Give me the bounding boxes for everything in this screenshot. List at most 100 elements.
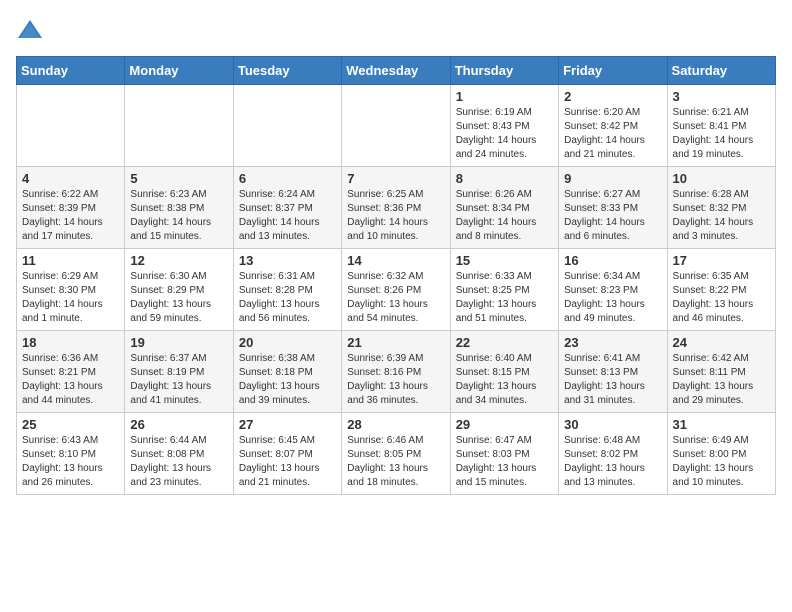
day-number: 1: [456, 89, 553, 104]
day-cell: 18 Sunrise: 6:36 AM Sunset: 8:21 PM Dayli…: [17, 331, 125, 413]
day-cell: 9 Sunrise: 6:27 AM Sunset: 8:33 PM Daylig…: [559, 167, 667, 249]
day-info: Sunrise: 6:39 AM Sunset: 8:16 PM Dayligh…: [347, 352, 444, 408]
day-cell: 28 Sunrise: 6:46 AM Sunset: 8:05 PM Dayli…: [342, 413, 450, 495]
day-info: Sunrise: 6:47 AM Sunset: 8:03 PM Dayligh…: [456, 434, 553, 490]
week-row-4: 18 Sunrise: 6:36 AM Sunset: 8:21 PM Dayli…: [17, 331, 776, 413]
day-info: Sunrise: 6:31 AM Sunset: 8:28 PM Dayligh…: [239, 270, 336, 326]
day-number: 25: [22, 417, 119, 432]
day-cell: 11 Sunrise: 6:29 AM Sunset: 8:30 PM Dayli…: [17, 249, 125, 331]
day-info: Sunrise: 6:29 AM Sunset: 8:30 PM Dayligh…: [22, 270, 119, 326]
day-info: Sunrise: 6:21 AM Sunset: 8:41 PM Dayligh…: [673, 106, 770, 162]
header-cell-monday: Monday: [125, 57, 233, 85]
header-cell-thursday: Thursday: [450, 57, 558, 85]
day-cell: 13 Sunrise: 6:31 AM Sunset: 8:28 PM Dayli…: [233, 249, 341, 331]
day-cell: [342, 85, 450, 167]
day-number: 28: [347, 417, 444, 432]
day-cell: 17 Sunrise: 6:35 AM Sunset: 8:22 PM Dayli…: [667, 249, 775, 331]
day-number: 13: [239, 253, 336, 268]
day-info: Sunrise: 6:40 AM Sunset: 8:15 PM Dayligh…: [456, 352, 553, 408]
day-cell: 22 Sunrise: 6:40 AM Sunset: 8:15 PM Dayli…: [450, 331, 558, 413]
day-info: Sunrise: 6:32 AM Sunset: 8:26 PM Dayligh…: [347, 270, 444, 326]
day-cell: 2 Sunrise: 6:20 AM Sunset: 8:42 PM Daylig…: [559, 85, 667, 167]
day-info: Sunrise: 6:49 AM Sunset: 8:00 PM Dayligh…: [673, 434, 770, 490]
day-number: 21: [347, 335, 444, 350]
day-cell: 24Sunrise: 6:42 AM Sunset: 8:11 PM Dayli…: [667, 331, 775, 413]
day-info: Sunrise: 6:24 AM Sunset: 8:37 PM Dayligh…: [239, 188, 336, 244]
day-cell: 14 Sunrise: 6:32 AM Sunset: 8:26 PM Dayli…: [342, 249, 450, 331]
header-cell-sunday: Sunday: [17, 57, 125, 85]
header-cell-wednesday: Wednesday: [342, 57, 450, 85]
day-cell: 29Sunrise: 6:47 AM Sunset: 8:03 PM Dayli…: [450, 413, 558, 495]
day-number: 18: [22, 335, 119, 350]
day-info: Sunrise: 6:28 AM Sunset: 8:32 PM Dayligh…: [673, 188, 770, 244]
day-number: 17: [673, 253, 770, 268]
day-cell: [125, 85, 233, 167]
day-number: 6: [239, 171, 336, 186]
day-info: Sunrise: 6:19 AM Sunset: 8:43 PM Dayligh…: [456, 106, 553, 162]
day-info: Sunrise: 6:45 AM Sunset: 8:07 PM Dayligh…: [239, 434, 336, 490]
day-number: 15: [456, 253, 553, 268]
day-cell: 7 Sunrise: 6:25 AM Sunset: 8:36 PM Daylig…: [342, 167, 450, 249]
day-cell: 8 Sunrise: 6:26 AM Sunset: 8:34 PM Daylig…: [450, 167, 558, 249]
day-cell: 15 Sunrise: 6:33 AM Sunset: 8:25 PM Dayli…: [450, 249, 558, 331]
day-number: 10: [673, 171, 770, 186]
day-info: Sunrise: 6:43 AM Sunset: 8:10 PM Dayligh…: [22, 434, 119, 490]
day-info: Sunrise: 6:27 AM Sunset: 8:33 PM Dayligh…: [564, 188, 661, 244]
day-cell: 12 Sunrise: 6:30 AM Sunset: 8:29 PM Dayli…: [125, 249, 233, 331]
day-cell: 25 Sunrise: 6:43 AM Sunset: 8:10 PM Dayli…: [17, 413, 125, 495]
day-number: 8: [456, 171, 553, 186]
day-info: Sunrise: 6:34 AM Sunset: 8:23 PM Dayligh…: [564, 270, 661, 326]
day-cell: 4 Sunrise: 6:22 AM Sunset: 8:39 PM Daylig…: [17, 167, 125, 249]
day-number: 30: [564, 417, 661, 432]
day-number: 20: [239, 335, 336, 350]
day-number: 23: [564, 335, 661, 350]
day-cell: 27 Sunrise: 6:45 AM Sunset: 8:07 PM Dayli…: [233, 413, 341, 495]
day-cell: 23 Sunrise: 6:41 AM Sunset: 8:13 PM Dayli…: [559, 331, 667, 413]
logo-icon: [16, 16, 44, 44]
day-info: Sunrise: 6:38 AM Sunset: 8:18 PM Dayligh…: [239, 352, 336, 408]
day-number: 27: [239, 417, 336, 432]
day-info: Sunrise: 6:35 AM Sunset: 8:22 PM Dayligh…: [673, 270, 770, 326]
day-number: 24: [673, 335, 770, 350]
day-info: Sunrise: 6:48 AM Sunset: 8:02 PM Dayligh…: [564, 434, 661, 490]
day-number: 19: [130, 335, 227, 350]
day-cell: 16 Sunrise: 6:34 AM Sunset: 8:23 PM Dayli…: [559, 249, 667, 331]
day-number: 9: [564, 171, 661, 186]
day-number: 7: [347, 171, 444, 186]
week-row-5: 25 Sunrise: 6:43 AM Sunset: 8:10 PM Dayli…: [17, 413, 776, 495]
day-number: 31: [673, 417, 770, 432]
header-row: SundayMondayTuesdayWednesdayThursdayFrid…: [17, 57, 776, 85]
header-cell-tuesday: Tuesday: [233, 57, 341, 85]
day-cell: 19Sunrise: 6:37 AM Sunset: 8:19 PM Dayli…: [125, 331, 233, 413]
day-info: Sunrise: 6:44 AM Sunset: 8:08 PM Dayligh…: [130, 434, 227, 490]
day-cell: 10 Sunrise: 6:28 AM Sunset: 8:32 PM Dayli…: [667, 167, 775, 249]
day-cell: 30 Sunrise: 6:48 AM Sunset: 8:02 PM Dayli…: [559, 413, 667, 495]
day-info: Sunrise: 6:26 AM Sunset: 8:34 PM Dayligh…: [456, 188, 553, 244]
page-header: [16, 16, 776, 44]
day-number: 4: [22, 171, 119, 186]
day-info: Sunrise: 6:36 AM Sunset: 8:21 PM Dayligh…: [22, 352, 119, 408]
day-info: Sunrise: 6:46 AM Sunset: 8:05 PM Dayligh…: [347, 434, 444, 490]
day-number: 2: [564, 89, 661, 104]
day-info: Sunrise: 6:23 AM Sunset: 8:38 PM Dayligh…: [130, 188, 227, 244]
day-cell: 6 Sunrise: 6:24 AM Sunset: 8:37 PM Daylig…: [233, 167, 341, 249]
week-row-2: 4 Sunrise: 6:22 AM Sunset: 8:39 PM Daylig…: [17, 167, 776, 249]
day-number: 12: [130, 253, 227, 268]
day-number: 16: [564, 253, 661, 268]
day-cell: 21 Sunrise: 6:39 AM Sunset: 8:16 PM Dayli…: [342, 331, 450, 413]
day-info: Sunrise: 6:25 AM Sunset: 8:36 PM Dayligh…: [347, 188, 444, 244]
day-cell: 20 Sunrise: 6:38 AM Sunset: 8:18 PM Dayli…: [233, 331, 341, 413]
day-info: Sunrise: 6:20 AM Sunset: 8:42 PM Dayligh…: [564, 106, 661, 162]
day-info: Sunrise: 6:30 AM Sunset: 8:29 PM Dayligh…: [130, 270, 227, 326]
day-cell: [233, 85, 341, 167]
day-info: Sunrise: 6:33 AM Sunset: 8:25 PM Dayligh…: [456, 270, 553, 326]
day-number: 14: [347, 253, 444, 268]
day-info: Sunrise: 6:41 AM Sunset: 8:13 PM Dayligh…: [564, 352, 661, 408]
day-number: 11: [22, 253, 119, 268]
day-info: Sunrise: 6:22 AM Sunset: 8:39 PM Dayligh…: [22, 188, 119, 244]
day-cell: 26Sunrise: 6:44 AM Sunset: 8:08 PM Dayli…: [125, 413, 233, 495]
day-cell: 1 Sunrise: 6:19 AM Sunset: 8:43 PM Daylig…: [450, 85, 558, 167]
calendar-table: SundayMondayTuesdayWednesdayThursdayFrid…: [16, 56, 776, 495]
day-number: 5: [130, 171, 227, 186]
day-number: 22: [456, 335, 553, 350]
